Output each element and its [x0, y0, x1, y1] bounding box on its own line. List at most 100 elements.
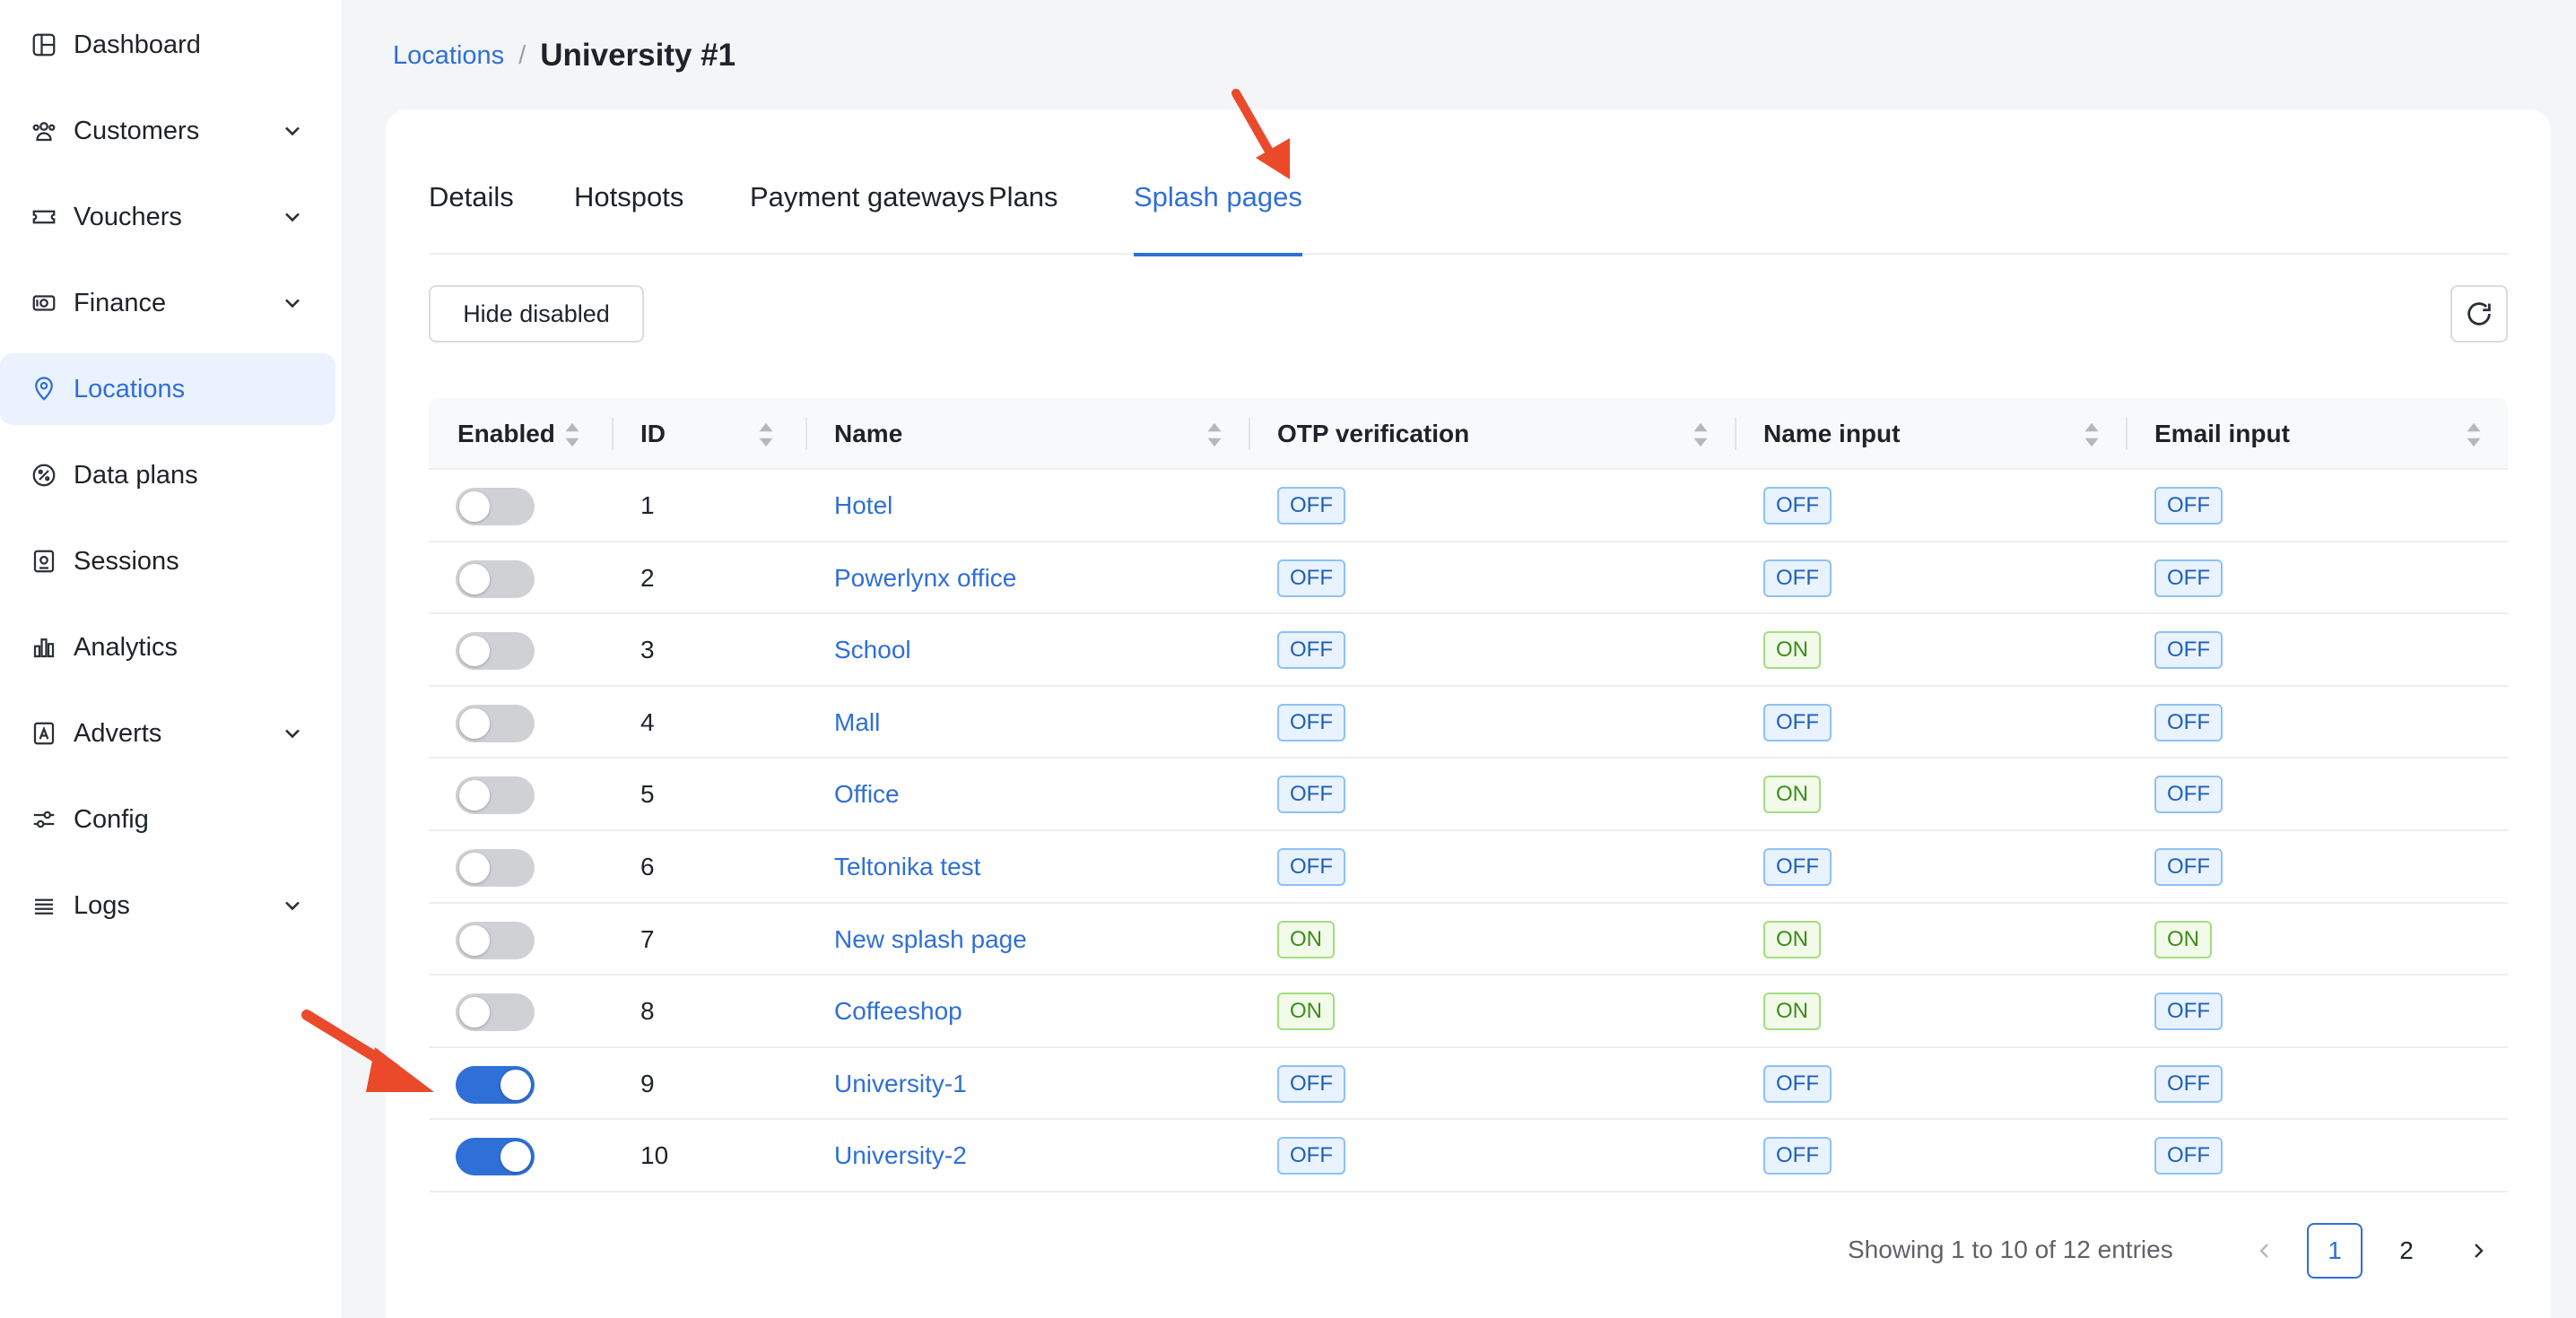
page-title: University #1	[540, 38, 736, 73]
status-badge: OFF	[1763, 1064, 1832, 1103]
enabled-toggle[interactable]	[456, 848, 535, 887]
status-badge: OFF	[2154, 993, 2223, 1031]
column-header-enabled[interactable]: Enabled	[457, 398, 555, 470]
enabled-toggle[interactable]	[456, 776, 535, 815]
pagination-page-2[interactable]: 2	[2379, 1223, 2434, 1279]
sidebar-item-dashboard[interactable]: Dashboard	[0, 9, 335, 81]
sidebar: Dashboard Customers Vouchers Finance Loc…	[0, 0, 343, 1318]
chevron-down-icon[interactable]	[280, 290, 305, 316]
chevron-down-icon[interactable]	[280, 721, 305, 746]
sidebar-item-label: Locations	[74, 374, 186, 403]
list-icon	[29, 890, 59, 921]
status-badge: OFF	[1763, 847, 1832, 886]
dashboard-icon	[29, 30, 59, 60]
status-badge: OFF	[2154, 1064, 2223, 1103]
sidebar-item-data-plans[interactable]: Data plans	[0, 439, 335, 511]
tab-splash-pages[interactable]: Splash pages	[1134, 181, 1302, 256]
sidebar-item-logs[interactable]: Logs	[0, 870, 335, 941]
sidebar-item-analytics[interactable]: Analytics	[0, 611, 335, 683]
status-badge: ON	[1763, 920, 1821, 958]
status-badge: ON	[1277, 993, 1335, 1031]
sidebar-item-label: Dashboard	[74, 30, 201, 59]
chevron-down-icon[interactable]	[280, 893, 305, 918]
enabled-toggle[interactable]	[456, 632, 535, 671]
enabled-toggle[interactable]	[456, 704, 535, 742]
splash-page-name-link[interactable]: Hotel	[834, 470, 892, 542]
sidebar-item-locations[interactable]: Locations	[0, 353, 335, 425]
splash-page-name-link[interactable]: New splash page	[834, 904, 1027, 975]
column-header-email-input[interactable]: Email input	[2154, 398, 2290, 470]
sidebar-item-config[interactable]: Config	[0, 784, 335, 855]
splash-page-name-link[interactable]: University-2	[834, 1120, 967, 1192]
toggle-knob	[500, 1069, 531, 1100]
sessions-icon	[29, 546, 59, 577]
splash-page-name-link[interactable]: Coffeeshop	[834, 975, 962, 1047]
sort-icon[interactable]	[1692, 421, 1710, 448]
sidebar-item-customers[interactable]: Customers	[0, 95, 335, 167]
enabled-toggle[interactable]	[456, 1065, 535, 1104]
row-id: 7	[640, 924, 655, 953]
enabled-toggle[interactable]	[456, 559, 535, 598]
sidebar-item-label: Data plans	[74, 460, 198, 490]
status-badge: OFF	[2154, 631, 2223, 670]
sidebar-item-label: Finance	[74, 288, 167, 317]
splash-pages-table: Enabled ID Name OTP verification Name in…	[429, 398, 2508, 1192]
sidebar-item-adverts[interactable]: Adverts	[0, 698, 335, 769]
sort-icon[interactable]	[1205, 421, 1223, 448]
sidebar-item-vouchers[interactable]: Vouchers	[0, 181, 335, 253]
enabled-toggle[interactable]	[456, 921, 535, 959]
status-badge: ON	[1277, 920, 1335, 958]
tab-plans[interactable]: Plans	[988, 181, 1058, 255]
sidebar-item-finance[interactable]: Finance	[0, 267, 335, 339]
column-header-otp-verification[interactable]: OTP verification	[1277, 398, 1469, 470]
splash-page-name-link[interactable]: Teltonika test	[834, 831, 980, 903]
sidebar-item-label: Analytics	[74, 632, 178, 662]
toggle-knob	[459, 997, 490, 1028]
tab-hotspots[interactable]: Hotspots	[574, 181, 683, 255]
enabled-toggle[interactable]	[456, 1138, 535, 1176]
status-badge: OFF	[2154, 776, 2223, 814]
enabled-toggle[interactable]	[456, 993, 535, 1032]
splash-page-name-link[interactable]: Office	[834, 759, 900, 830]
sort-icon[interactable]	[757, 421, 775, 448]
tab-payment-gateways[interactable]: Payment gateways	[750, 181, 985, 255]
row-id: 2	[640, 563, 655, 592]
sort-icon[interactable]	[563, 421, 581, 448]
breadcrumb-locations-link[interactable]: Locations	[393, 41, 504, 71]
row-id: 10	[640, 1141, 669, 1170]
splash-page-name-link[interactable]: University-1	[834, 1048, 967, 1120]
splash-page-name-link[interactable]: Mall	[834, 687, 880, 759]
sort-icon[interactable]	[2465, 421, 2483, 448]
splash-page-name-link[interactable]: Powerlynx office	[834, 542, 1016, 614]
status-badge: OFF	[1277, 776, 1345, 814]
sidebar-item-sessions[interactable]: Sessions	[0, 525, 335, 597]
hide-disabled-button[interactable]: Hide disabled	[429, 285, 644, 343]
table-row: 9 University-1 OFF OFF OFF	[429, 1048, 2508, 1121]
column-header-name[interactable]: Name	[834, 398, 902, 470]
sidebar-item-label: Logs	[74, 890, 130, 920]
refresh-button[interactable]	[2450, 285, 2508, 343]
column-header-name-input[interactable]: Name input	[1763, 398, 1900, 470]
pagination-next-button[interactable]	[2450, 1223, 2506, 1279]
chevron-right-icon	[2475, 1244, 2484, 1258]
pagination-prev-button[interactable]	[2237, 1223, 2293, 1279]
table-row: 7 New splash page ON ON ON	[429, 904, 2508, 976]
breadcrumb-separator: /	[518, 40, 527, 70]
toggle-knob	[459, 563, 490, 594]
sidebar-item-label: Config	[74, 804, 149, 834]
splash-page-name-link[interactable]: School	[834, 614, 911, 686]
sort-icon[interactable]	[2083, 421, 2101, 448]
refresh-icon	[2467, 302, 2491, 325]
row-id: 1	[640, 491, 655, 519]
pagination-page-1[interactable]: 1	[2307, 1223, 2363, 1279]
chevron-down-icon[interactable]	[280, 204, 305, 230]
status-badge: OFF	[1277, 1064, 1345, 1103]
breadcrumb: Locations / University #1	[393, 38, 735, 74]
tab-details[interactable]: Details	[429, 181, 514, 255]
column-header-id[interactable]: ID	[640, 398, 666, 470]
table-row: 10 University-2 OFF OFF OFF	[429, 1120, 2508, 1192]
location-pin-icon	[29, 374, 59, 404]
enabled-toggle[interactable]	[456, 488, 535, 525]
row-id: 6	[640, 852, 655, 880]
chevron-down-icon[interactable]	[280, 118, 305, 143]
